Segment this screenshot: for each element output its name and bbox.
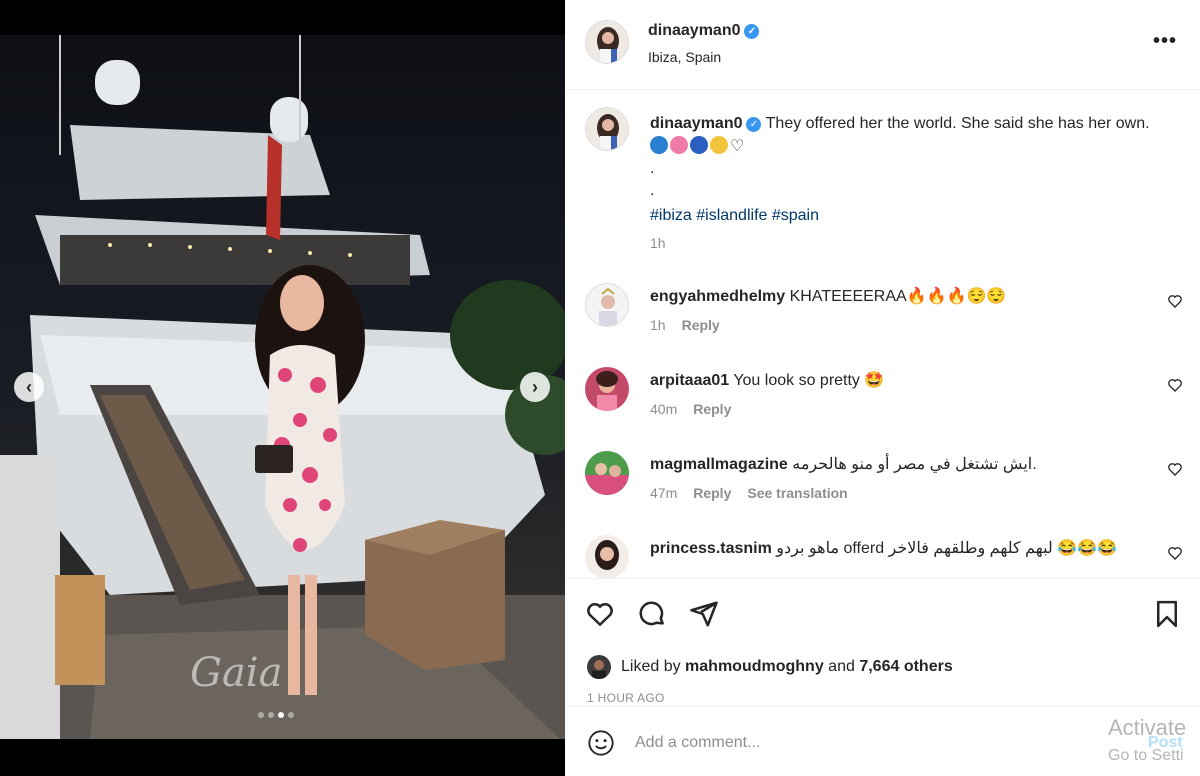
carousel-dot — [288, 712, 294, 718]
more-options-button[interactable]: ••• — [1153, 30, 1177, 53]
comment-text-block: princess.tasnim ماهو بردو offerd لبهم كل… — [650, 537, 1155, 560]
comment-username[interactable]: engyahmedhelmy — [650, 288, 785, 305]
caption-time: 1h — [650, 235, 666, 251]
carousel-dot — [258, 712, 264, 718]
heart-icon[interactable] — [1167, 545, 1183, 561]
white-heart-emoji-icon: ♡ — [730, 138, 745, 155]
previous-slide-button[interactable]: ‹ — [14, 372, 44, 402]
comment-username[interactable]: magmallmagazine — [650, 456, 788, 473]
chevron-left-icon: ‹ — [26, 377, 32, 397]
author-username[interactable]: dinaayman0 ✓ — [648, 22, 760, 40]
comment-text: KHATEEEERAA🔥🔥🔥😌😌 — [789, 288, 1007, 305]
reply-button[interactable]: Reply — [693, 485, 731, 501]
post-header: dinaayman0 ✓ Ibiza, Spain ••• — [565, 0, 1200, 90]
commenter-avatar[interactable] — [585, 283, 629, 327]
caption-emojis: ♡ — [650, 136, 745, 155]
liker-avatar[interactable] — [587, 655, 611, 679]
more-icon: ••• — [1153, 30, 1178, 52]
caption-username[interactable]: dinaayman0 — [650, 115, 742, 132]
heart-icon[interactable] — [1167, 377, 1183, 393]
comment-input[interactable] — [635, 731, 1085, 755]
heart-icon[interactable] — [585, 599, 615, 629]
flower-emoji-icon — [670, 136, 688, 154]
windows-activation-subtitle: Go to Setti — [1108, 747, 1184, 764]
comment-box: Post Activate Go to Setti — [565, 706, 1200, 776]
heart-icon[interactable] — [1167, 293, 1183, 309]
emoji-icon[interactable] — [587, 729, 615, 757]
commenter-avatar[interactable] — [585, 451, 629, 495]
caption-meta: 1h — [650, 235, 666, 251]
author-username-text[interactable]: dinaayman0 — [648, 22, 740, 39]
comment-meta: 40m Reply — [650, 401, 731, 417]
bookmark-icon[interactable] — [1152, 599, 1182, 629]
verified-icon: ✓ — [746, 117, 762, 132]
comment-meta: 47m Reply See translation — [650, 485, 848, 501]
liker-username[interactable]: mahmoudmoghny — [685, 658, 824, 676]
caption-text: They offered her the world. She said she… — [765, 115, 1150, 132]
comment-time: 40m — [650, 401, 678, 417]
chevron-right-icon: › — [532, 377, 538, 397]
post-panel: dinaayman0 ✓ Ibiza, Spain ••• dinaayman0 ✓… — [565, 0, 1200, 776]
nazar-emoji-icon — [690, 136, 708, 154]
post-actions: Liked by mahmoudmoghny and 7,664 others … — [565, 578, 1200, 706]
reply-button[interactable]: Reply — [682, 317, 720, 333]
heart-icon[interactable] — [1167, 461, 1183, 477]
windows-activation-title: Activate — [1108, 715, 1187, 740]
caption-text-block: dinaayman0 ✓ They offered her the world. … — [650, 112, 1155, 227]
post-location[interactable]: Ibiza, Spain — [648, 49, 721, 65]
caption-avatar[interactable] — [585, 107, 629, 151]
comment-text: ايش تشتغل في مصر أو منو هالحرمه. — [792, 456, 1037, 473]
commenter-avatar[interactable] — [585, 367, 629, 411]
caption-dots: . . — [650, 160, 655, 199]
comments-list[interactable]: dinaayman0 ✓ They offered her the world. … — [565, 91, 1200, 578]
carousel-dot — [268, 712, 274, 718]
comment-text-block: arpitaaa01 You look so pretty 🤩 — [650, 369, 1155, 392]
likes-summary: Liked by mahmoudmoghny and 7,664 others — [587, 654, 953, 680]
star-eyes-emoji-icon — [710, 136, 728, 154]
likes-and: and — [828, 658, 855, 675]
reply-button[interactable]: Reply — [693, 401, 731, 417]
commenter-avatar[interactable] — [585, 535, 629, 578]
comment-username[interactable]: princess.tasnim — [650, 540, 772, 557]
comment-time: 1h — [650, 317, 666, 333]
comment-text: ماهو بردو offerd لبهم كلهم وطلقهم فالاخر… — [776, 540, 1117, 557]
post-photo: Gaia — [0, 35, 565, 739]
post-media: Gaia ‹ › — [0, 0, 565, 776]
comment-meta: 1h Reply — [650, 317, 720, 333]
comment-icon[interactable] — [637, 599, 667, 629]
next-slide-button[interactable]: › — [520, 372, 550, 402]
caption-hashtags[interactable]: #ibiza #islandlife #spain — [650, 204, 1155, 227]
comment-text: You look so pretty 🤩 — [733, 372, 885, 389]
comment-text-block: magmallmagazine ايش تشتغل في مصر أو منو … — [650, 453, 1155, 476]
verified-icon: ✓ — [744, 24, 760, 39]
author-avatar[interactable] — [585, 20, 629, 64]
comment-time: 47m — [650, 485, 678, 501]
likes-others-link[interactable]: 7,664 others — [859, 658, 952, 676]
carousel-dot — [278, 712, 284, 718]
see-translation-button[interactable]: See translation — [747, 485, 847, 501]
post-timestamp: 1 HOUR AGO — [587, 691, 665, 705]
image-watermark: Gaia — [190, 650, 283, 696]
share-icon[interactable] — [689, 599, 719, 629]
likes-prefix: Liked by — [621, 658, 681, 675]
globe-emoji-icon — [650, 136, 668, 154]
comment-username[interactable]: arpitaaa01 — [650, 372, 729, 389]
carousel-indicator — [258, 712, 294, 718]
comment-text-block: engyahmedhelmy KHATEEEERAA🔥🔥🔥😌😌 — [650, 285, 1155, 308]
